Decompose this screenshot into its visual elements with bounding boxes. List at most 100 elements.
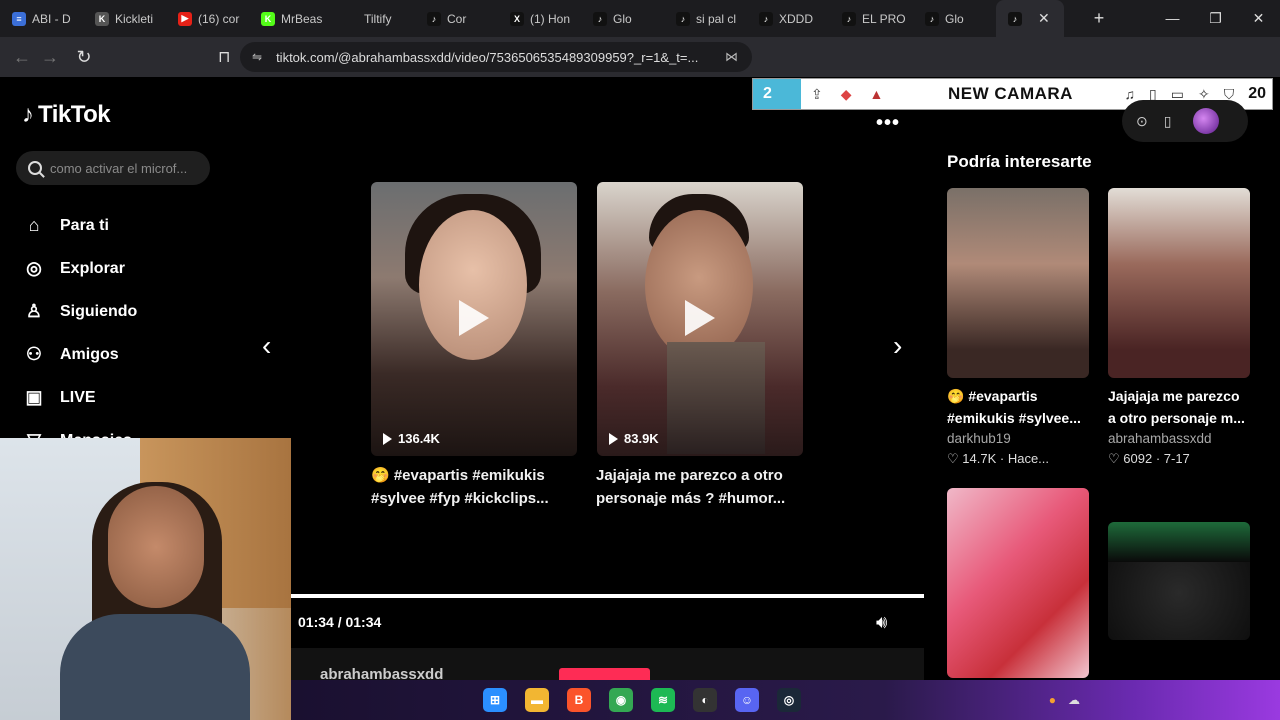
- recommended-info[interactable]: 🤭 #evapartis #emikukis #sylvee... darkhu…: [947, 385, 1089, 469]
- video-caption[interactable]: 🤭 #evapartis #emikukis #sylvee #fyp #kic…: [371, 464, 581, 510]
- tray-dot-icon[interactable]: ●: [1049, 693, 1056, 707]
- sidebar-item-label: Siguiendo: [60, 302, 138, 320]
- playback-time: 01:34 / 01:34: [298, 614, 382, 630]
- recommended-info[interactable]: Jajajaja me parezco a otro personaje m..…: [1108, 385, 1250, 469]
- file-explorer-icon[interactable]: ▬: [525, 688, 549, 712]
- browser-tab[interactable]: K Kickleti: [83, 0, 166, 37]
- tab-label: ABI - D: [32, 11, 71, 26]
- browser-tab[interactable]: Tiltify: [332, 0, 415, 37]
- play-icon[interactable]: [459, 300, 489, 336]
- sidebar-item-para-ti[interactable]: ⌂ Para ti: [22, 204, 137, 247]
- video-card[interactable]: 83.9K: [597, 182, 803, 456]
- recommended-caption[interactable]: Jajajaja me parezco a otro personaje m..…: [1108, 385, 1250, 429]
- minimize-icon[interactable]: —: [1151, 0, 1194, 37]
- view-count: 136.4K: [383, 431, 440, 446]
- steam-icon[interactable]: ◎: [777, 688, 801, 712]
- recommended-thumbnail[interactable]: [947, 188, 1089, 378]
- sidebar-item-siguiendo[interactable]: ♙ Siguiendo: [22, 290, 137, 333]
- spotify-icon[interactable]: ≋: [651, 688, 675, 712]
- tab-close-icon[interactable]: ✕: [1038, 10, 1050, 27]
- url-text[interactable]: tiktok.com/@abrahambassxdd/video/7536506…: [276, 50, 706, 65]
- browser-tab[interactable]: ▶ (16) cor: [166, 0, 249, 37]
- sidebar-item-label: Para ti: [60, 216, 109, 234]
- search-input[interactable]: como activar el microf...: [16, 151, 210, 185]
- windows-start-icon[interactable]: ⊞: [483, 688, 507, 712]
- close-icon[interactable]: ✕: [1237, 0, 1280, 37]
- recommended-caption[interactable]: 🤭 #evapartis #emikukis #sylvee...: [947, 385, 1089, 429]
- volume-icon[interactable]: 🔊︎: [876, 612, 887, 633]
- tab-favicon-icon: ♪: [759, 11, 773, 26]
- carousel-prev-icon[interactable]: ‹: [262, 330, 271, 362]
- device-icon[interactable]: ▯: [1164, 113, 1172, 130]
- sidebar-item-explorar[interactable]: ◎ Explorar: [22, 247, 137, 290]
- reload-button[interactable]: ↻: [70, 47, 98, 68]
- browser-tab[interactable]: ♪ Glo: [913, 0, 996, 37]
- tiktok-logo[interactable]: ♪ TikTok: [22, 101, 111, 129]
- recommended-author[interactable]: darkhub19: [947, 429, 1089, 449]
- coins-icon[interactable]: ⊙: [1136, 113, 1148, 130]
- webcam-overlay: [0, 438, 291, 720]
- video-card[interactable]: 136.4K: [371, 182, 577, 456]
- recommended-author[interactable]: abrahambassxdd: [1108, 429, 1250, 449]
- tab-label: Glo: [613, 11, 632, 26]
- share-icon[interactable]: ⇪: [811, 86, 823, 103]
- tab-label: Kickleti: [115, 11, 154, 26]
- tab-label: Tiltify: [364, 11, 392, 26]
- progress-bar[interactable]: [290, 594, 924, 598]
- system-tray: ● ☁: [1049, 693, 1080, 707]
- tab-label: (16) cor: [198, 11, 240, 26]
- search-icon: [28, 161, 42, 175]
- thumbnail-face: [645, 210, 753, 360]
- more-options-icon[interactable]: •••: [876, 112, 900, 135]
- avatar[interactable]: [1193, 108, 1220, 134]
- browser-tab[interactable]: X (1) Hon: [498, 0, 581, 37]
- discord-icon[interactable]: ☺: [735, 688, 759, 712]
- sidebar-item-label: Explorar: [60, 259, 125, 277]
- view-count-text: 83.9K: [624, 431, 659, 446]
- play-icon[interactable]: [685, 300, 715, 336]
- tiktok-wordmark: TikTok: [38, 101, 111, 128]
- browser-tab[interactable]: ♪ XDDD: [747, 0, 830, 37]
- sidebar-item-label: LIVE: [60, 388, 96, 406]
- sidebar-item-live[interactable]: ▣ LIVE: [22, 376, 137, 419]
- back-button[interactable]: ←: [8, 47, 36, 68]
- address-bar[interactable]: ⇋ tiktok.com/@abrahambassxdd/video/75365…: [240, 42, 752, 72]
- browser-tab[interactable]: ♪ Glo: [581, 0, 664, 37]
- bookmark-icon[interactable]: ⊓: [218, 47, 230, 67]
- top-actions: ⊙ ▯: [1122, 100, 1248, 142]
- recommended-thumbnail[interactable]: [1108, 522, 1250, 640]
- new-tab-button[interactable]: +: [1084, 8, 1114, 29]
- tab-favicon-icon: K: [261, 11, 275, 26]
- active-browser-tab[interactable]: ♪ ✕: [996, 0, 1064, 37]
- browser-tab[interactable]: ♪ Cor: [415, 0, 498, 37]
- webcam-person-body: [60, 614, 250, 720]
- rewards-icon[interactable]: ▲: [870, 86, 884, 103]
- carousel-next-icon[interactable]: ›: [893, 330, 902, 362]
- chrome-icon[interactable]: ◉: [609, 688, 633, 712]
- maximize-icon[interactable]: ❐: [1194, 0, 1237, 37]
- tab-label: MrBeas: [281, 11, 323, 26]
- tab-label: Cor: [447, 11, 467, 26]
- browser-tab[interactable]: ♪ EL PRO: [830, 0, 913, 37]
- sidebar-item-amigos[interactable]: ⚇ Amigos: [22, 333, 137, 376]
- browser-tab-bar: ≡ ABI - D K Kickleti ▶ (16) cor K MrBeas Tiltify…: [0, 0, 1280, 37]
- onedrive-icon[interactable]: ☁: [1068, 693, 1080, 707]
- browser-tab[interactable]: ≡ ABI - D: [0, 0, 83, 37]
- brave-shields-icon[interactable]: ◆: [841, 86, 852, 103]
- video-caption[interactable]: Jajajaja me parezco a otro personaje más…: [596, 464, 806, 510]
- recommended-meta: ♡ 14.7K · Hace...: [947, 451, 1050, 466]
- browser-tab[interactable]: K MrBeas: [249, 0, 332, 37]
- media-icon[interactable]: ⋈: [725, 49, 738, 65]
- brave-icon[interactable]: B: [567, 688, 591, 712]
- recommended-thumbnail[interactable]: [947, 488, 1089, 678]
- recommended-thumbnail[interactable]: [1108, 188, 1250, 378]
- site-info-icon[interactable]: ⇋: [252, 50, 262, 64]
- sidebar-item-label: Amigos: [60, 345, 119, 363]
- browser-tab[interactable]: ♪ si pal cl: [664, 0, 747, 37]
- tab-favicon-icon: ▶: [178, 11, 192, 26]
- music-icon[interactable]: ♫: [1125, 86, 1136, 102]
- obs-icon[interactable]: ◐: [693, 688, 717, 712]
- forward-button[interactable]: →: [36, 47, 64, 68]
- tab-favicon-icon: ♪: [925, 11, 939, 26]
- heart-icon: ♡: [1108, 451, 1120, 466]
